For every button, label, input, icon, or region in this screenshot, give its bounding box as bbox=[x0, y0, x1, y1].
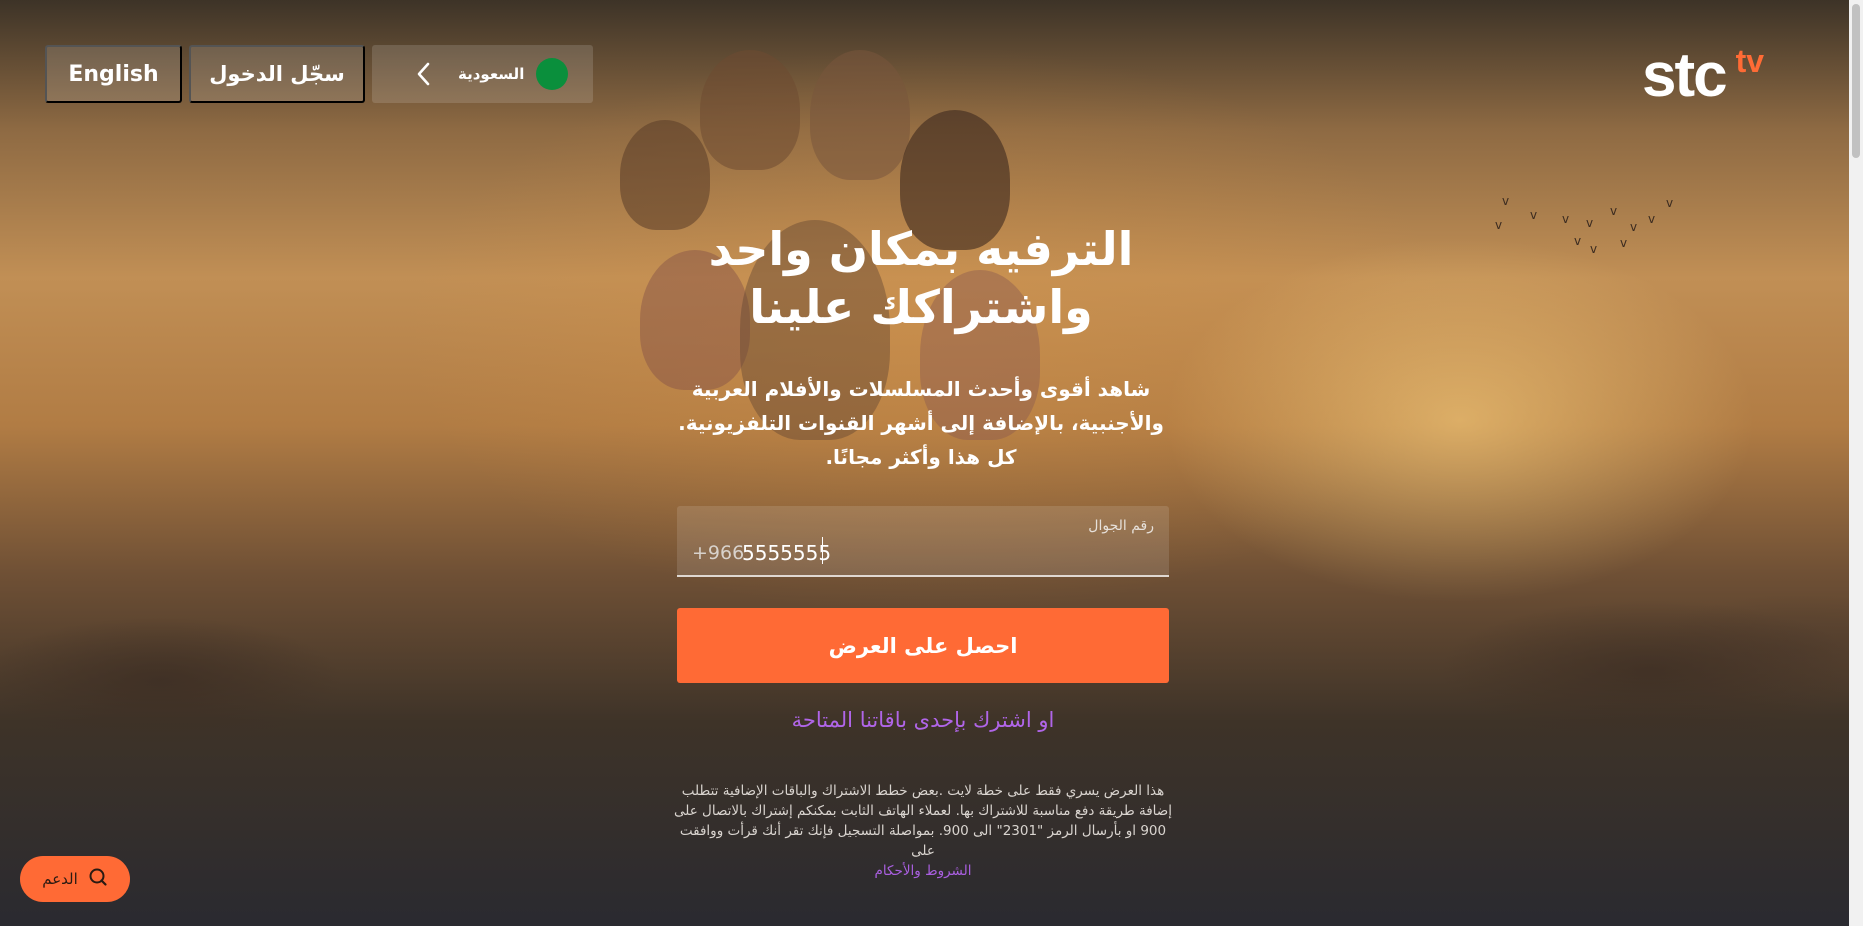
country-selector[interactable]: السعودية bbox=[372, 45, 593, 103]
chevron-left-icon bbox=[408, 59, 438, 89]
terms-link[interactable]: الشروط والأحكام bbox=[875, 863, 972, 879]
text-caret bbox=[822, 537, 823, 564]
headline-line-1: الترفيه بمكان واحد bbox=[708, 222, 1134, 276]
country-label: السعودية bbox=[458, 65, 525, 83]
phone-label: رقم الجوال bbox=[1088, 518, 1154, 534]
subscribe-plans-link[interactable]: او اشترك بإحدى باقاتنا المتاحة bbox=[677, 708, 1169, 732]
saudi-flag-icon bbox=[536, 58, 569, 90]
get-offer-button[interactable]: احصل على العرض bbox=[677, 608, 1169, 683]
page-scrollbar[interactable] bbox=[1849, 0, 1863, 926]
hero-headline: الترفيه بمكان واحد واشتراكك علينا bbox=[620, 220, 1222, 336]
scrollbar-thumb[interactable] bbox=[1852, 4, 1860, 158]
logo-tv-text: tv bbox=[1735, 43, 1765, 79]
stc-tv-logo[interactable]: stc tv bbox=[1642, 41, 1765, 110]
language-toggle-button[interactable]: English bbox=[45, 45, 182, 103]
fineprint-text: هذا العرض يسري فقط على خطة لايت .بعض خطط… bbox=[673, 783, 1173, 859]
headline-line-2: واشتراكك علينا bbox=[749, 280, 1093, 334]
phone-country-code: +966 bbox=[692, 542, 745, 564]
logo-stc-text: stc bbox=[1642, 41, 1728, 110]
chat-search-icon bbox=[88, 867, 108, 891]
login-button[interactable]: سجّل الدخول bbox=[189, 45, 365, 103]
phone-field[interactable]: رقم الجوال +966 bbox=[677, 506, 1169, 577]
hero-subtext: شاهد أقوى وأحدث المسلسلات والأفلام العرب… bbox=[678, 377, 1164, 469]
support-button[interactable]: الدعم bbox=[20, 856, 130, 902]
support-label: الدعم bbox=[42, 870, 78, 888]
terms-fineprint: هذا العرض يسري فقط على خطة لايت .بعض خطط… bbox=[670, 781, 1176, 881]
phone-input[interactable] bbox=[742, 539, 1042, 567]
